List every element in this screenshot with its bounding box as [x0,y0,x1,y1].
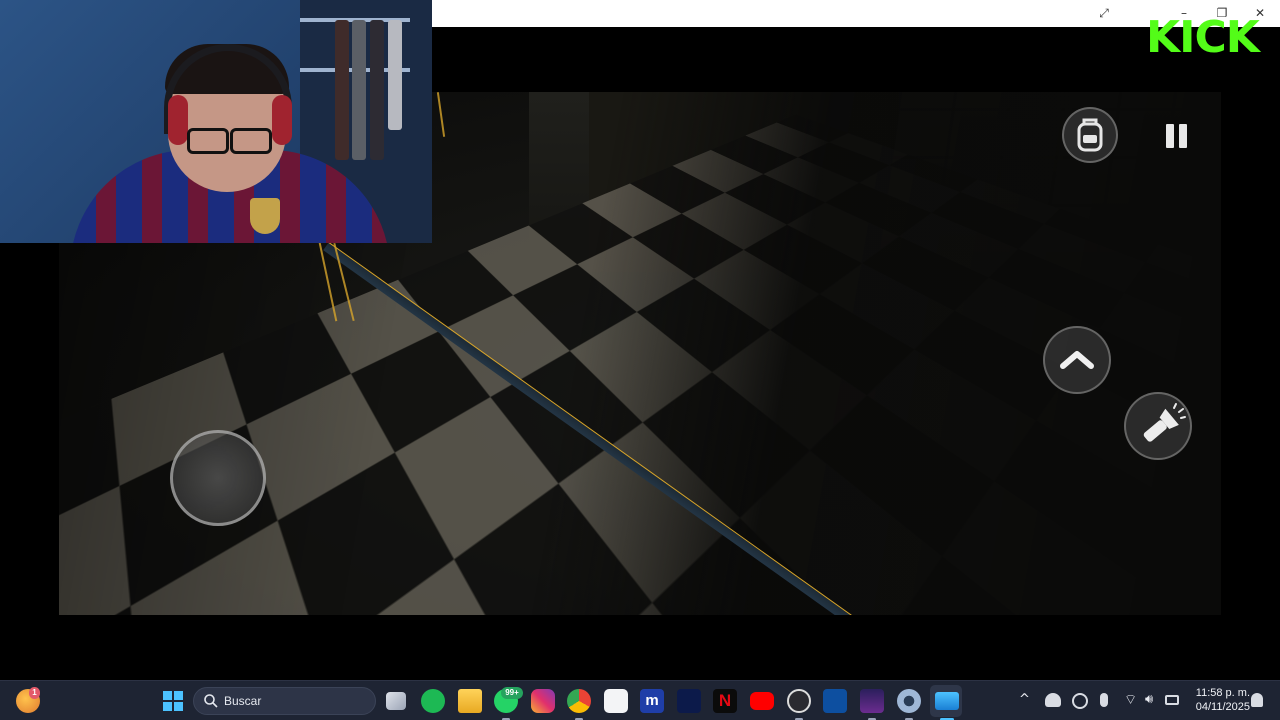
instagram-icon[interactable] [531,689,555,713]
backpack-icon [1062,107,1118,163]
weather-badge: 1 [29,687,40,699]
jump-arrow-icon [1043,326,1111,394]
jump-button[interactable] [1043,326,1111,394]
disney-plus-icon[interactable] [677,689,701,713]
obs-icon[interactable] [787,689,811,713]
sync-icon[interactable] [1072,693,1088,709]
search-placeholder: Buscar [224,694,261,708]
pause-icon [1166,124,1174,148]
webcam-overlay [0,0,432,243]
game-app-icon[interactable] [860,689,884,713]
task-view-icon[interactable] [386,692,406,710]
search-input[interactable]: Buscar [193,687,376,715]
clothing [388,20,402,130]
chevron-up-icon[interactable]: ^ [1019,692,1030,707]
clothing [335,20,349,160]
volume-icon[interactable]: 🔊︎ [1145,692,1153,707]
clothing [370,20,384,160]
notification-bell-icon[interactable] [1251,693,1263,707]
netflix-icon[interactable]: N [713,689,737,713]
windows-start-icon[interactable] [161,689,185,713]
search-icon [203,693,219,709]
festo-icon[interactable] [823,689,847,713]
headphone-ear-left [168,95,188,145]
file-explorer-icon[interactable] [458,689,482,713]
kick-logo: KICK [1146,15,1278,61]
whatsapp-badge: 99+ [501,687,523,699]
wifi-icon[interactable]: ⌔ [1124,691,1137,709]
connect-icon[interactable] [935,692,959,710]
onedrive-icon[interactable] [1045,693,1061,707]
backpack-button[interactable] [1062,107,1118,163]
microsoft-store-icon[interactable] [604,689,628,713]
clock-time: 11:58 p. m. [1186,686,1250,700]
pause-button[interactable] [1166,124,1188,148]
settings-icon[interactable] [897,689,921,713]
glasses-right [230,128,272,154]
flashlight-icon [1124,392,1192,460]
spotify-icon[interactable] [421,689,445,713]
microphone-icon[interactable] [1100,693,1108,707]
shirt-crest [250,198,280,234]
clothing [352,20,366,160]
youtube-icon[interactable] [750,692,774,710]
pause-icon-bar [1179,124,1187,148]
clock-date: 04/11/2025 [1186,700,1250,714]
expand-icon[interactable]: ⤢ [1094,4,1114,22]
taskbar: 1 Buscar 99+ m N ^ ⌔ 🔊︎ 11:58 p. m. 04/1… [0,680,1280,720]
mercado-icon[interactable]: m [640,689,664,713]
chrome-icon[interactable] [567,689,591,713]
flashlight-button[interactable] [1124,392,1192,460]
movement-joystick[interactable] [170,430,266,526]
screen: ⤢ – ❐ ✕ KICK 1 Buscar 99+ m N ^ ⌔ 🔊︎ 11:… [0,0,1280,720]
headphone-ear-right [272,95,292,145]
clock[interactable]: 11:58 p. m. 04/11/2025 [1186,686,1250,714]
battery-icon[interactable] [1165,695,1179,705]
glasses-left [187,128,229,154]
